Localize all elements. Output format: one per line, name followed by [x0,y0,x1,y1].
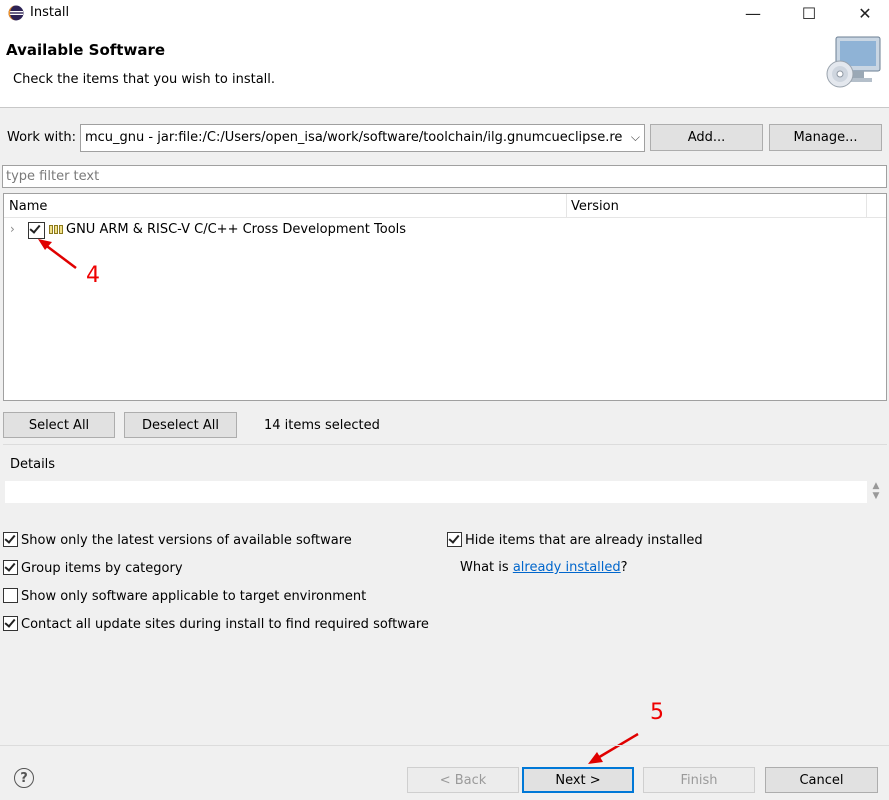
select-all-button[interactable]: Select All [3,412,115,438]
checkmark-icon [4,532,16,544]
latest-versions-option[interactable]: Show only the latest versions of availab… [3,532,352,548]
back-button[interactable]: < Back [407,767,519,793]
window-title: Install [30,5,70,20]
group-by-category-label: Group items by category [21,561,183,576]
finish-button[interactable]: Finish [643,767,755,793]
tree-row[interactable]: › GNU ARM & RISC-V C/C++ Cross Developme… [4,219,886,241]
column-divider[interactable] [566,194,567,218]
page-description: Check the items that you wish to install… [13,72,276,87]
checkmark-icon [29,222,41,234]
checkmark-icon [448,532,460,544]
chevron-down-icon[interactable]: ⌵ [631,130,640,145]
work-with-combo[interactable]: mcu_gnu - jar:file:/C:/Users/open_isa/wo… [80,124,645,152]
hide-installed-checkbox[interactable] [447,532,462,547]
applicable-only-checkbox[interactable] [3,588,18,603]
step-5-annotation: 5 [650,700,664,725]
details-scrollbar[interactable]: ▲ ▼ [869,481,883,503]
what-is-suffix: ? [620,560,628,575]
eclipse-icon [8,5,24,21]
title-bar: Install — ☐ ✕ [0,0,889,26]
software-tree[interactable]: Name Version › GNU ARM & RISC-V C/C++ Cr… [3,193,887,401]
manage-button[interactable]: Manage... [769,124,882,151]
what-is-prefix: What is [460,560,513,575]
checkmark-icon [4,560,16,572]
next-button[interactable]: Next > [522,767,634,793]
wizard-header: Available Software Check the items that … [0,26,889,108]
wizard-footer: ? < Back Next > Finish Cancel [0,745,889,800]
chevron-down-icon[interactable]: ▼ [873,491,880,501]
latest-versions-checkbox[interactable] [3,532,18,547]
cancel-button[interactable]: Cancel [765,767,878,793]
maximize-button[interactable]: ☐ [786,0,832,26]
step-4-annotation: 4 [86,263,100,288]
column-version-header[interactable]: Version [571,199,619,214]
contact-sites-checkbox[interactable] [3,616,18,631]
contact-sites-option[interactable]: Contact all update sites during install … [3,616,429,632]
close-button[interactable]: ✕ [842,0,888,26]
minimize-icon: — [745,3,761,23]
group-by-category-option[interactable]: Group items by category [3,560,183,576]
deselect-all-button[interactable]: Deselect All [124,412,237,438]
hide-installed-label: Hide items that are already installed [465,533,703,548]
column-divider[interactable] [866,194,867,218]
help-icon[interactable]: ? [14,768,34,788]
details-label: Details [10,457,56,472]
tree-header: Name Version [4,194,886,218]
computer-disc-icon [826,36,881,88]
contact-sites-label: Contact all update sites during install … [21,617,429,632]
work-with-value: mcu_gnu - jar:file:/C:/Users/open_isa/wo… [85,130,623,145]
chevron-up-icon[interactable]: ▲ [873,481,880,491]
item-label: GNU ARM & RISC-V C/C++ Cross Development… [66,222,407,237]
minimize-button[interactable]: — [730,0,776,26]
details-text-area[interactable] [5,481,867,503]
feature-icon [49,225,63,234]
page-title: Available Software [6,41,166,59]
work-with-label: Work with: [7,130,77,145]
checkmark-icon [4,616,16,628]
column-name-header[interactable]: Name [9,199,47,214]
details-group: Details ▲ ▼ [3,444,887,523]
group-by-category-checkbox[interactable] [3,560,18,575]
applicable-only-option[interactable]: Show only software applicable to target … [3,588,366,604]
item-checkbox[interactable] [28,222,45,239]
add-button[interactable]: Add... [650,124,763,151]
chevron-right-icon[interactable]: › [10,222,15,236]
applicable-only-label: Show only software applicable to target … [21,589,367,604]
what-is-installed-text: What is already installed? [460,560,628,575]
latest-versions-label: Show only the latest versions of availab… [21,533,352,548]
already-installed-link[interactable]: already installed [513,560,621,575]
close-icon: ✕ [858,3,872,23]
hide-installed-option[interactable]: Hide items that are already installed [447,532,703,548]
maximize-icon: ☐ [801,3,817,23]
selection-count: 14 items selected [264,418,380,433]
filter-input[interactable] [2,165,887,188]
